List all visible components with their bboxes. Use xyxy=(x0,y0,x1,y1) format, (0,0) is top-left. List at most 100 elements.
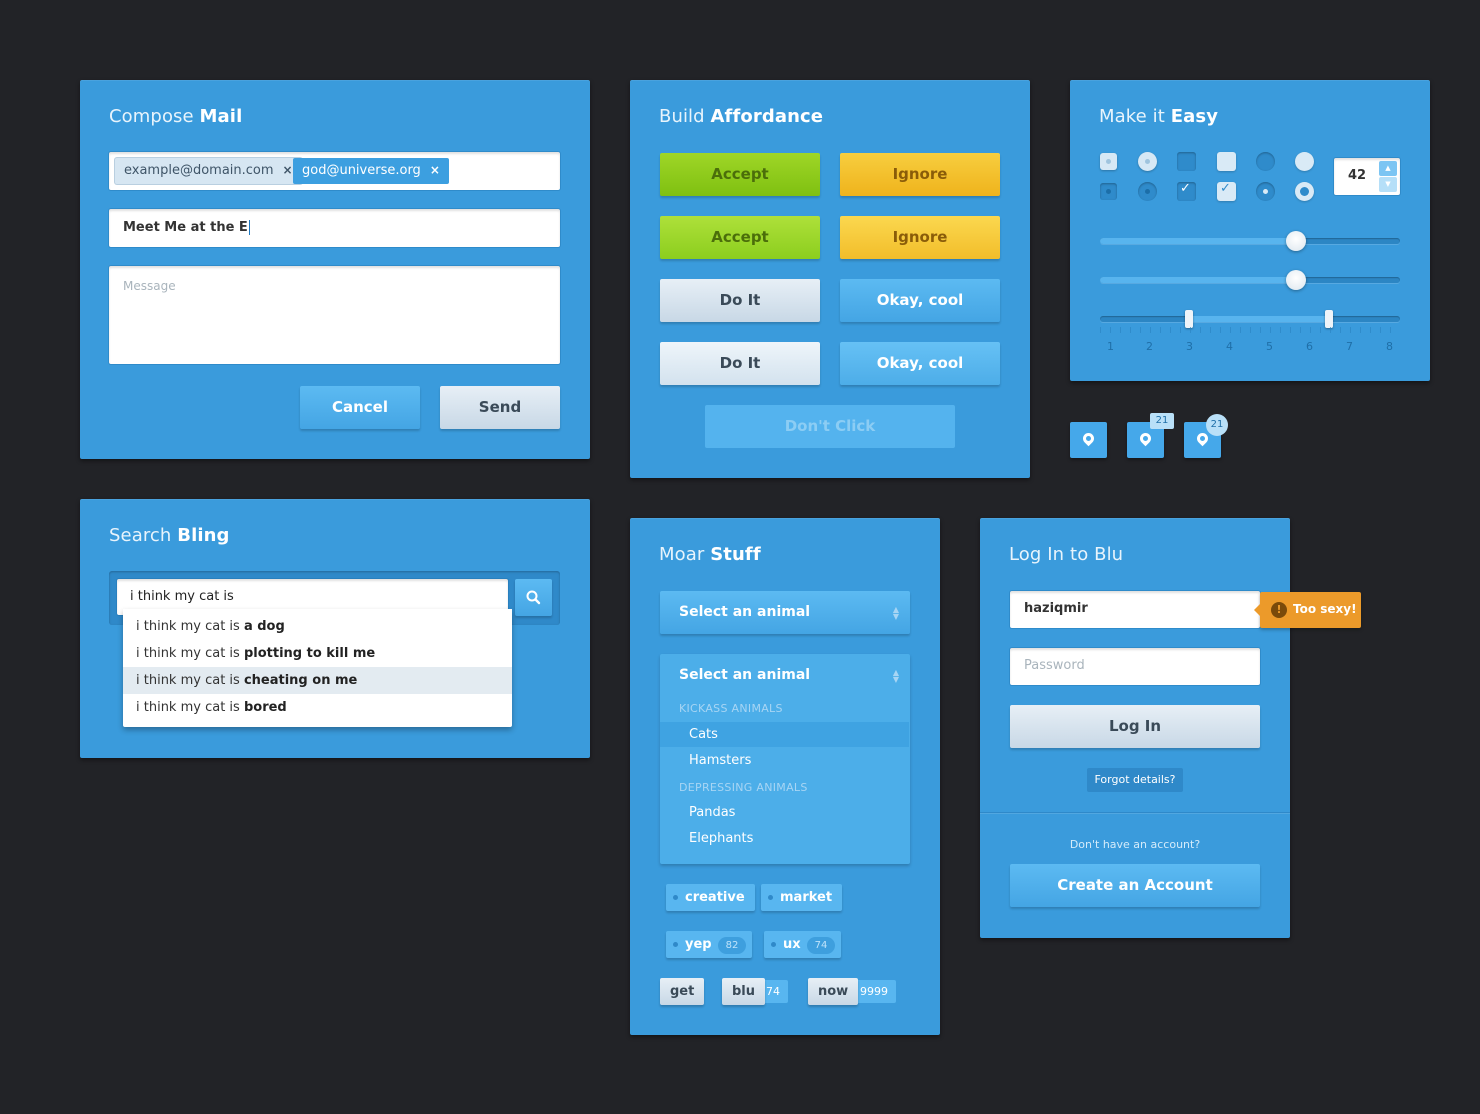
remove-icon[interactable]: × xyxy=(430,163,440,177)
message-textarea[interactable]: Message xyxy=(109,266,560,364)
option-item[interactable]: Hamsters xyxy=(660,748,909,773)
search-button[interactable] xyxy=(515,579,552,616)
scale-tick: 1 xyxy=(1107,340,1114,353)
grey-tag[interactable]: now xyxy=(808,978,859,1005)
subject-input[interactable]: Meet Me at the E xyxy=(109,209,560,247)
map-pin-icon xyxy=(1080,430,1097,447)
slider-handle[interactable] xyxy=(1286,270,1306,290)
accept-button[interactable]: Accept xyxy=(660,153,820,196)
moar-stuff-card: Moar Stuff Select an animal ▲ ▼ Select an… xyxy=(630,518,940,1035)
check-icon: ✓ xyxy=(1180,181,1191,196)
range-handle-low[interactable] xyxy=(1185,310,1193,328)
scale-tick: 6 xyxy=(1306,340,1313,353)
range-handle-high[interactable] xyxy=(1325,310,1333,328)
login-button[interactable]: Log In xyxy=(1010,705,1260,748)
number-stepper[interactable]: 42 ▲ ▼ xyxy=(1334,158,1400,195)
select-arrows-icon: ▲ ▼ xyxy=(892,668,899,684)
okay-cool-button-hover[interactable]: Okay, cool xyxy=(840,342,1000,385)
scale-tick: 4 xyxy=(1226,340,1233,353)
cancel-button[interactable]: Cancel xyxy=(300,386,420,429)
suggestion-item[interactable]: i think my cat is a dog xyxy=(123,613,512,640)
radio-dark-checked[interactable] xyxy=(1256,182,1275,201)
map-pin-button[interactable] xyxy=(1070,422,1107,458)
scale-tick: 5 xyxy=(1266,340,1273,353)
affordance-card: Build Affordance Accept Ignore Accept Ig… xyxy=(630,80,1030,478)
tag-with-count[interactable]: ux 74 xyxy=(764,931,842,958)
validation-tooltip: ! Too sexy! xyxy=(1254,592,1361,628)
username-input[interactable]: haziqmir xyxy=(1010,591,1260,628)
tag-count: 82 xyxy=(717,937,747,954)
recipient-chip[interactable]: god@universe.org × xyxy=(293,158,449,184)
compose-mail-card: Compose Mail example@domain.com × god@uni… xyxy=(80,80,590,459)
scale-tick: 2 xyxy=(1146,340,1153,353)
okay-cool-button[interactable]: Okay, cool xyxy=(840,279,1000,322)
warning-icon: ! xyxy=(1271,602,1287,618)
stepper-up-button[interactable]: ▲ xyxy=(1379,161,1397,176)
slider-track[interactable] xyxy=(1100,238,1400,244)
scale-tick: 3 xyxy=(1186,340,1193,353)
slider-fill xyxy=(1100,238,1304,244)
autocomplete-dropdown: i think my cat is a dog i think my cat i… xyxy=(123,609,512,727)
ignore-button[interactable]: Ignore xyxy=(840,153,1000,196)
option-item-selected[interactable]: Cats xyxy=(660,722,909,747)
animal-select[interactable]: Select an animal ▲ ▼ xyxy=(660,591,910,634)
stepper-down-button[interactable]: ▼ xyxy=(1379,177,1397,192)
notification-badge: 21 xyxy=(1206,414,1228,436)
dropdown-header[interactable]: Select an animal ▲ ▼ xyxy=(660,654,910,697)
login-title: Log In to Blu xyxy=(1009,544,1124,565)
scale-tick: 8 xyxy=(1386,340,1393,353)
radio-light-checked[interactable] xyxy=(1295,182,1314,201)
no-account-text: Don't have an account? xyxy=(1069,838,1201,851)
create-account-button[interactable]: Create an Account xyxy=(1010,864,1260,907)
checkbox-light-unchecked[interactable] xyxy=(1217,152,1236,171)
animal-select-open[interactable]: Select an animal ▲ ▼ KICKASS ANIMALS Cats… xyxy=(660,654,910,864)
radio-dark-unchecked[interactable] xyxy=(1256,152,1275,171)
checkbox-dark-unchecked[interactable] xyxy=(1177,152,1196,171)
send-button[interactable]: Send xyxy=(440,386,560,429)
range-scale xyxy=(1100,327,1400,333)
select-arrows-icon: ▲ ▼ xyxy=(892,605,899,621)
slider-track[interactable] xyxy=(1100,277,1400,283)
suggestion-item[interactable]: i think my cat is plotting to kill me xyxy=(123,640,512,667)
suggestion-item-highlighted[interactable]: i think my cat is cheating on me xyxy=(123,667,512,694)
grey-tag[interactable]: get xyxy=(660,978,705,1005)
search-title: Search Bling xyxy=(109,525,230,546)
do-it-button-hover[interactable]: Do It xyxy=(660,342,820,385)
radio-unchecked[interactable] xyxy=(1138,152,1157,171)
radio-light-unchecked[interactable] xyxy=(1295,152,1314,171)
recipients-field[interactable]: example@domain.com × god@universe.org × xyxy=(109,152,560,190)
recipient-chip[interactable]: example@domain.com × xyxy=(115,158,302,184)
checkbox-light-checked[interactable]: ✓ xyxy=(1217,181,1236,201)
tag-hole xyxy=(673,942,678,947)
dont-click-button[interactable]: Don't Click xyxy=(705,405,955,448)
tag-with-count[interactable]: yep 82 xyxy=(666,931,753,958)
make-it-easy-card: Make it Easy ✓ ✓ 42 ▲ ▼ 1 2 3 4 5 6 7 8 xyxy=(1070,80,1430,381)
remove-icon[interactable]: × xyxy=(283,163,293,177)
login-card: Log In to Blu haziqmir Password Log In F… xyxy=(980,518,1290,938)
range-slider-track[interactable] xyxy=(1100,316,1400,322)
checkbox-small-checked[interactable] xyxy=(1100,183,1117,200)
checkbox-small-unchecked[interactable] xyxy=(1100,153,1117,170)
forgot-details-link[interactable]: Forgot details? xyxy=(1087,768,1183,792)
tag[interactable]: creative xyxy=(666,884,755,911)
radio-checked[interactable] xyxy=(1138,182,1157,201)
option-item[interactable]: Pandas xyxy=(660,800,909,825)
tag-hole xyxy=(673,895,678,900)
slider-handle[interactable] xyxy=(1286,231,1306,251)
ignore-button-hover[interactable]: Ignore xyxy=(840,216,1000,259)
tag[interactable]: market xyxy=(761,884,843,911)
accept-button-hover[interactable]: Accept xyxy=(660,216,820,259)
suggestion-item[interactable]: i think my cat is bored xyxy=(123,694,512,721)
grey-tag[interactable]: blu xyxy=(722,978,766,1005)
map-pin-icon xyxy=(1194,430,1211,447)
scale-tick: 7 xyxy=(1346,340,1353,353)
checkbox-dark-checked[interactable]: ✓ xyxy=(1177,181,1196,201)
search-icon xyxy=(526,590,541,605)
password-input[interactable]: Password xyxy=(1010,648,1260,685)
option-group-label: KICKASS ANIMALS xyxy=(679,702,783,715)
tooltip-arrow xyxy=(1254,604,1260,616)
easy-title: Make it Easy xyxy=(1099,106,1219,127)
check-icon: ✓ xyxy=(1220,181,1231,196)
do-it-button[interactable]: Do It xyxy=(660,279,820,322)
option-item[interactable]: Elephants xyxy=(660,826,909,851)
